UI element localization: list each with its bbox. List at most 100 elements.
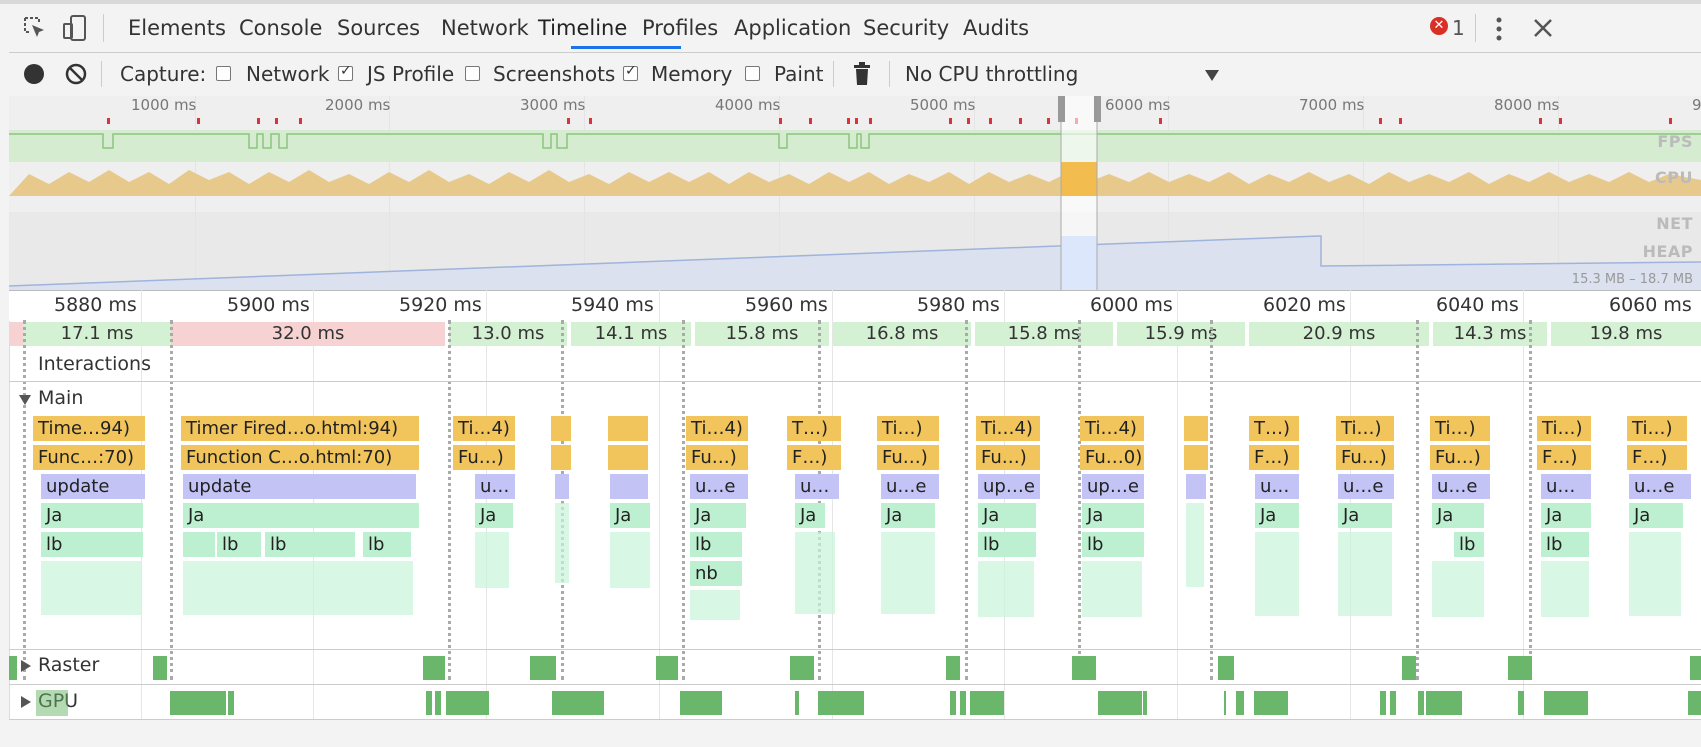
tab-security[interactable]: Security <box>863 4 949 52</box>
screenshots-checkbox[interactable] <box>465 66 480 81</box>
gpu-event[interactable] <box>1544 691 1588 715</box>
gpu-event[interactable] <box>1418 691 1424 715</box>
js-frame-event[interactable]: Ja <box>1082 503 1144 528</box>
screenshots-checkbox-label[interactable]: Screenshots <box>493 53 615 96</box>
memory-checkbox[interactable] <box>623 63 638 81</box>
error-count[interactable]: 1 <box>1452 4 1465 52</box>
paint-checkbox[interactable] <box>745 66 760 81</box>
function-call-event[interactable]: F…) <box>1537 445 1591 470</box>
dropdown-arrow-icon[interactable] <box>1205 70 1219 81</box>
gpu-event[interactable] <box>680 691 722 715</box>
gpu-event[interactable] <box>960 691 966 715</box>
memory-checkbox-label[interactable]: Memory <box>651 53 732 96</box>
frame-bar-long[interactable]: 32.0 ms <box>171 322 445 346</box>
nb-event[interactable]: nb <box>690 561 742 586</box>
function-call-event[interactable] <box>1184 445 1208 470</box>
selection-handle-right[interactable] <box>1094 96 1101 122</box>
frame-bar[interactable]: 17.1 ms <box>23 322 171 346</box>
raster-event[interactable] <box>153 656 167 680</box>
tab-console[interactable]: Console <box>239 4 322 52</box>
js-frame-event[interactable]: Ja <box>978 503 1036 528</box>
expand-gpu-icon[interactable] <box>21 696 31 708</box>
paint-checkbox-label[interactable]: Paint <box>774 53 824 96</box>
function-call-event[interactable] <box>608 445 648 470</box>
update-event[interactable]: up…e <box>1082 474 1144 499</box>
function-call-event[interactable]: Function C…o.html:70) <box>181 445 419 470</box>
raster-event[interactable] <box>423 656 445 680</box>
gpu-event[interactable] <box>1390 691 1396 715</box>
expand-main-icon[interactable] <box>19 395 31 405</box>
frame-bar[interactable]: 15.8 ms <box>695 322 829 346</box>
update-event[interactable] <box>555 474 569 499</box>
update-event[interactable]: u… <box>1255 474 1299 499</box>
tab-sources[interactable]: Sources <box>337 4 420 52</box>
timer-fired-event[interactable]: T…) <box>1249 416 1299 441</box>
function-call-event[interactable]: F…) <box>1627 445 1687 470</box>
raster-event[interactable] <box>1402 656 1416 680</box>
js-profile-checkbox[interactable] <box>338 63 353 81</box>
record-icon[interactable] <box>24 64 44 84</box>
update-event[interactable]: update <box>41 474 145 499</box>
gpu-event[interactable] <box>446 691 489 715</box>
js-frame-event[interactable]: Ja <box>41 503 143 528</box>
timer-fired-event[interactable]: Ti…) <box>877 416 939 441</box>
gpu-event[interactable] <box>1224 691 1226 715</box>
raster-event[interactable] <box>656 656 678 680</box>
gpu-event[interactable] <box>1518 691 1524 715</box>
update-event[interactable]: u…e <box>1432 474 1490 499</box>
function-call-event[interactable]: Fu…) <box>1336 445 1394 470</box>
update-event[interactable]: u… <box>475 474 515 499</box>
update-event[interactable]: u… <box>1541 474 1591 499</box>
js-frame-event[interactable]: Ja <box>183 503 419 528</box>
timer-fired-event[interactable]: Ti…4) <box>686 416 748 441</box>
timer-fired-event[interactable]: Ti…) <box>1336 416 1394 441</box>
tab-network[interactable]: Network <box>441 4 529 52</box>
lb-event[interactable]: lb <box>217 532 261 557</box>
update-event[interactable] <box>610 474 648 499</box>
gpu-event[interactable] <box>1236 691 1244 715</box>
gpu-event[interactable] <box>1098 691 1142 715</box>
function-call-event[interactable]: Fu…) <box>686 445 748 470</box>
raster-event[interactable] <box>1508 656 1532 680</box>
js-frame-event[interactable]: Ja <box>1629 503 1683 528</box>
tab-application[interactable]: Application <box>734 4 851 52</box>
tab-audits[interactable]: Audits <box>963 4 1029 52</box>
function-call-event[interactable]: Fu…) <box>877 445 939 470</box>
js-frame-event[interactable]: Ja <box>795 503 825 528</box>
gpu-event[interactable] <box>435 691 441 715</box>
gpu-event[interactable] <box>1688 691 1701 715</box>
timer-fired-event[interactable]: Ti…4) <box>453 416 515 441</box>
lb-event[interactable]: lb <box>41 532 143 557</box>
raster-event[interactable] <box>9 656 17 680</box>
gpu-event[interactable] <box>795 691 799 715</box>
lb-event[interactable]: lb <box>265 532 355 557</box>
close-icon[interactable] <box>1532 17 1554 39</box>
network-checkbox-label[interactable]: Network <box>246 53 330 96</box>
js-frame-event[interactable]: Ja <box>1338 503 1392 528</box>
js-frame-event[interactable]: Ja <box>1541 503 1591 528</box>
function-call-event[interactable]: Fu…) <box>1430 445 1490 470</box>
device-toolbar-icon[interactable] <box>62 14 88 42</box>
update-event[interactable]: u…e <box>1338 474 1394 499</box>
timer-fired-event[interactable]: Timer Fired…o.html:94) <box>181 416 419 441</box>
raster-event[interactable] <box>790 656 814 680</box>
gpu-event[interactable] <box>950 691 956 715</box>
raster-event[interactable] <box>946 656 960 680</box>
function-call-event[interactable]: Fu…) <box>976 445 1040 470</box>
update-event[interactable]: u… <box>795 474 839 499</box>
js-frame-event[interactable]: Ja <box>1432 503 1484 528</box>
update-event[interactable]: u…e <box>1629 474 1691 499</box>
gpu-event[interactable] <box>818 691 864 715</box>
lb-event[interactable] <box>183 532 215 557</box>
update-event[interactable]: update <box>183 474 416 499</box>
timer-fired-event[interactable]: T…) <box>787 416 841 441</box>
error-icon[interactable]: ✕ <box>1430 17 1448 35</box>
timer-fired-event[interactable]: Time…94) <box>33 416 145 441</box>
timeline-overview[interactable]: 1000 ms 2000 ms 3000 ms 4000 ms 5000 ms … <box>9 96 1701 290</box>
frame-bar[interactable]: 20.9 ms <box>1249 322 1429 346</box>
frame-bar[interactable]: 16.8 ms <box>833 322 971 346</box>
update-event[interactable] <box>1186 474 1206 499</box>
gpu-event[interactable] <box>552 691 604 715</box>
gpu-event[interactable] <box>170 691 226 715</box>
js-frame-event[interactable]: Ja <box>690 503 746 528</box>
